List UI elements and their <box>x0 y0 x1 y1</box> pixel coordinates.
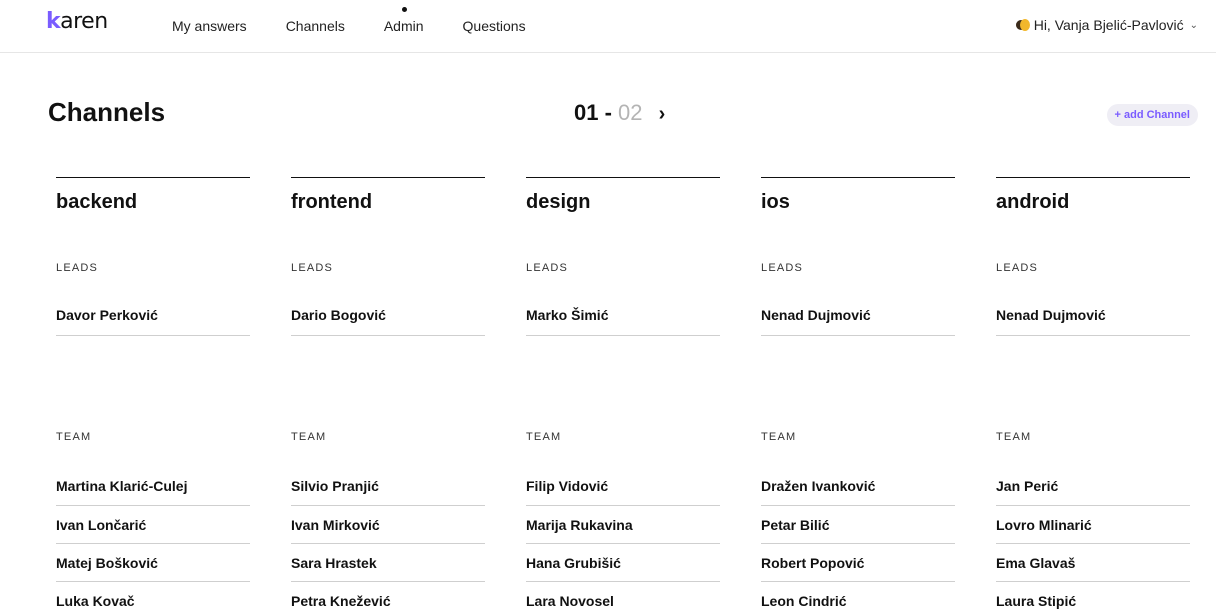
channel-column: design LEADS Marko Šimić TEAM Filip Vido… <box>526 177 720 609</box>
channel-name[interactable]: frontend <box>291 191 485 214</box>
column-divider <box>526 177 720 178</box>
channel-column: frontend LEADS Dario Bogović TEAM Silvio… <box>291 177 485 609</box>
nav-my-answers[interactable]: My answers <box>172 18 247 34</box>
column-divider <box>761 177 955 178</box>
team-member[interactable]: Dražen Ivanković <box>761 467 955 506</box>
add-channel-button[interactable]: + add Channel <box>1106 104 1198 126</box>
team-member[interactable]: Hana Grubišić <box>526 544 720 582</box>
nav-channels[interactable]: Channels <box>286 18 345 34</box>
column-divider <box>56 177 250 178</box>
user-greeting: Hi, Vanja Bjelić-Pavlović <box>1033 17 1184 33</box>
team-member[interactable]: Ivan Mirković <box>291 506 485 544</box>
team-member[interactable]: Marija Rukavina <box>526 506 720 544</box>
logo-text: aren <box>60 9 108 34</box>
team-label: TEAM <box>761 431 797 443</box>
team-member[interactable]: Matej Bošković <box>56 544 250 582</box>
logo-k-glyph: k <box>46 9 61 34</box>
channel-column: android LEADS Nenad Dujmović TEAM Jan Pe… <box>996 177 1190 609</box>
leads-label: LEADS <box>996 262 1039 274</box>
leads-label: LEADS <box>56 262 99 274</box>
leads-label: LEADS <box>761 262 804 274</box>
nav-admin[interactable]: Admin <box>383 7 424 34</box>
team-label: TEAM <box>56 431 92 443</box>
team-member[interactable]: Sara Hrastek <box>291 544 485 582</box>
column-divider <box>291 177 485 178</box>
channel-name[interactable]: android <box>996 191 1190 214</box>
channels-grid: backend LEADS Davor Perković TEAM Martin… <box>56 177 1190 609</box>
team-member[interactable]: Lovro Mlinarić <box>996 506 1190 544</box>
nav-admin-label: Admin <box>383 18 424 34</box>
team-member[interactable]: Luka Kovač <box>56 582 250 609</box>
team-member[interactable]: Petra Knežević <box>291 582 485 609</box>
team-member[interactable]: Filip Vidović <box>526 467 720 506</box>
team-member[interactable]: Ivan Lončarić <box>56 506 250 544</box>
page-title: Channels <box>48 97 166 127</box>
team-list: Martina Klarić-Culej Ivan Lončarić Matej… <box>56 467 250 609</box>
team-member[interactable]: Martina Klarić-Culej <box>56 467 250 506</box>
pagination: 01 - 02 › <box>574 100 665 126</box>
team-member[interactable]: Silvio Pranjić <box>291 467 485 506</box>
team-list: Jan Perić Lovro Mlinarić Ema Glavaš Laur… <box>996 467 1190 609</box>
next-page-arrow-icon[interactable]: › <box>659 103 666 126</box>
team-list: Filip Vidović Marija Rukavina Hana Grubi… <box>526 467 720 609</box>
lead-item[interactable]: Marko Šimić <box>526 299 720 336</box>
team-member[interactable]: Lara Novosel <box>526 582 720 609</box>
nav-questions[interactable]: Questions <box>463 18 526 34</box>
team-member[interactable]: Leon Cindrić <box>761 582 955 609</box>
lead-item[interactable]: Dario Bogović <box>291 299 485 336</box>
karen-logo[interactable]: karen <box>46 9 108 34</box>
channel-column: ios LEADS Nenad Dujmović TEAM Dražen Iva… <box>761 177 955 609</box>
team-list: Silvio Pranjić Ivan Mirković Sara Hraste… <box>291 467 485 609</box>
channel-name[interactable]: ios <box>761 191 955 214</box>
team-member[interactable]: Laura Stipić <box>996 582 1190 609</box>
leads-label: LEADS <box>291 262 334 274</box>
team-list: Dražen Ivanković Petar Bilić Robert Popo… <box>761 467 955 609</box>
pager-separator: - <box>598 100 619 125</box>
chevron-down-icon: ⌄ <box>1189 19 1198 31</box>
main-nav: My answers Channels Admin Questions <box>172 7 526 34</box>
lead-item[interactable]: Davor Perković <box>56 299 250 336</box>
channel-name[interactable]: backend <box>56 191 250 214</box>
team-member[interactable]: Petar Bilić <box>761 506 955 544</box>
pager-current-page: 01 <box>574 100 599 125</box>
active-indicator-dot <box>401 7 407 12</box>
team-member[interactable]: Jan Perić <box>996 467 1190 506</box>
channel-name[interactable]: design <box>526 191 720 214</box>
leads-label: LEADS <box>526 262 569 274</box>
column-divider <box>996 177 1190 178</box>
top-navigation-bar: karen My answers Channels Admin Question… <box>0 0 1216 53</box>
pager-total-pages: 02 <box>618 100 643 125</box>
user-avatar-icon <box>1015 18 1030 32</box>
channel-column: backend LEADS Davor Perković TEAM Martin… <box>56 177 250 609</box>
team-label: TEAM <box>291 431 327 443</box>
team-label: TEAM <box>526 431 562 443</box>
team-label: TEAM <box>996 431 1032 443</box>
team-member[interactable]: Ema Glavaš <box>996 544 1190 582</box>
team-member[interactable]: Robert Popović <box>761 544 955 582</box>
user-menu[interactable]: Hi, Vanja Bjelić-Pavlović ⌄ <box>1015 17 1198 33</box>
lead-item[interactable]: Nenad Dujmović <box>761 299 955 336</box>
lead-item[interactable]: Nenad Dujmović <box>996 299 1190 336</box>
